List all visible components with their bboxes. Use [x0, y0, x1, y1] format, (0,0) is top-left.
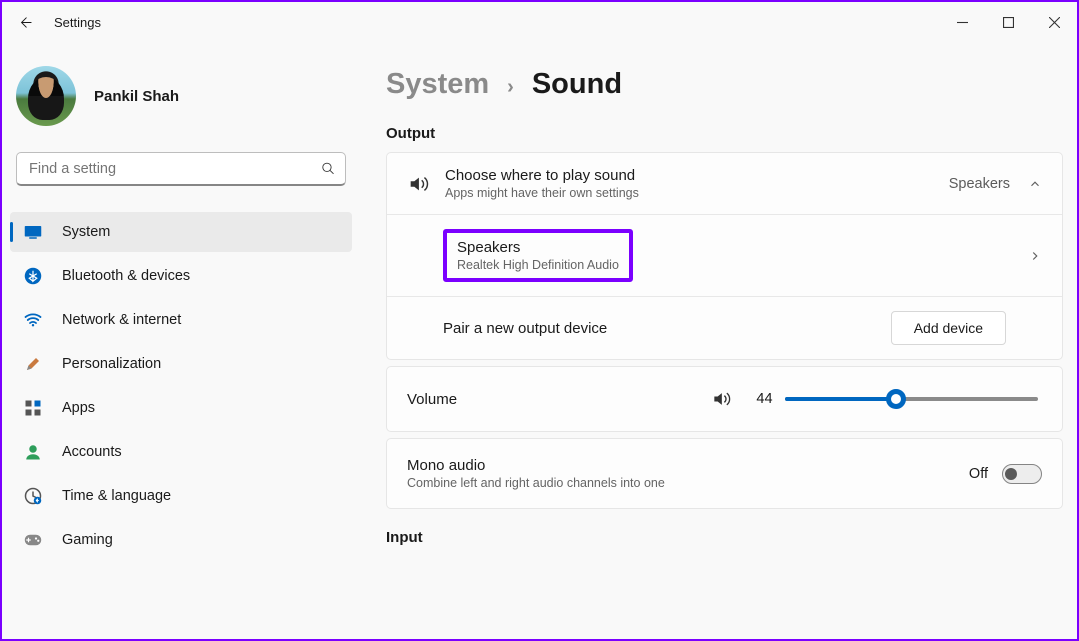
avatar: [16, 66, 76, 126]
personalization-icon: [24, 355, 42, 373]
sidebar-item-time-language[interactable]: Time & language: [10, 476, 352, 516]
speaker-icon: [407, 173, 445, 195]
search-icon: [321, 161, 335, 176]
minimize-button[interactable]: [939, 4, 985, 40]
sidebar-item-label: Time & language: [62, 488, 171, 504]
sidebar-item-label: Gaming: [62, 532, 113, 548]
mono-audio-label: Mono audio: [407, 457, 665, 474]
sidebar-item-network[interactable]: Network & internet: [10, 300, 352, 340]
volume-icon[interactable]: [711, 389, 731, 409]
chevron-right-icon: ›: [507, 76, 514, 99]
maximize-button[interactable]: [985, 4, 1031, 40]
sidebar-item-label: Personalization: [62, 356, 161, 372]
breadcrumb: System › Sound: [386, 68, 1063, 101]
slider-thumb[interactable]: [886, 389, 906, 409]
time-language-icon: [24, 487, 42, 505]
profile-name: Pankil Shah: [94, 88, 179, 105]
search-field[interactable]: [29, 161, 321, 177]
bluetooth-icon: [24, 267, 42, 285]
choose-output-row[interactable]: Choose where to play sound Apps might ha…: [387, 153, 1062, 214]
speakers-sublabel: Realtek High Definition Audio: [457, 258, 619, 272]
sidebar-item-personalization[interactable]: Personalization: [10, 344, 352, 384]
sidebar-item-apps[interactable]: Apps: [10, 388, 352, 428]
page-title: Sound: [532, 68, 622, 101]
sidebar-item-label: Accounts: [62, 444, 122, 460]
sidebar-item-gaming[interactable]: Gaming: [10, 520, 352, 560]
volume-slider[interactable]: [785, 397, 1038, 401]
gaming-icon: [24, 531, 42, 549]
close-button[interactable]: [1031, 4, 1077, 40]
maximize-icon: [1003, 17, 1014, 28]
choose-output-sublabel: Apps might have their own settings: [445, 186, 639, 200]
minimize-icon: [957, 17, 968, 28]
mono-toggle[interactable]: [1002, 464, 1042, 484]
mono-audio-row: Mono audio Combine left and right audio …: [387, 439, 1062, 508]
mono-audio-sublabel: Combine left and right audio channels in…: [407, 476, 665, 490]
output-section-title: Output: [386, 125, 1063, 142]
mono-state-label: Off: [969, 466, 988, 482]
speakers-row[interactable]: Speakers Realtek High Definition Audio: [387, 214, 1062, 296]
search-input[interactable]: [16, 152, 346, 186]
back-button[interactable]: [12, 8, 40, 36]
chevron-right-icon: [1028, 249, 1042, 263]
system-icon: [24, 223, 42, 241]
add-device-button[interactable]: Add device: [891, 311, 1006, 345]
close-icon: [1049, 17, 1060, 28]
sidebar-item-bluetooth[interactable]: Bluetooth & devices: [10, 256, 352, 296]
chevron-up-icon: [1028, 177, 1042, 191]
sidebar-item-label: System: [62, 224, 110, 240]
volume-label: Volume: [407, 391, 457, 408]
choose-output-label: Choose where to play sound: [445, 167, 639, 184]
sidebar-item-label: Bluetooth & devices: [62, 268, 190, 284]
sidebar-item-accounts[interactable]: Accounts: [10, 432, 352, 472]
volume-row: Volume 44: [387, 367, 1062, 431]
input-section-title: Input: [386, 529, 1063, 546]
sidebar-item-system[interactable]: System: [10, 212, 352, 252]
sidebar-item-label: Apps: [62, 400, 95, 416]
profile[interactable]: Pankil Shah: [10, 50, 352, 152]
network-icon: [24, 311, 42, 329]
apps-icon: [24, 399, 42, 417]
breadcrumb-parent[interactable]: System: [386, 68, 489, 101]
pair-device-label: Pair a new output device: [443, 320, 607, 337]
window-title: Settings: [54, 15, 101, 30]
pair-device-row: Pair a new output device Add device: [387, 296, 1062, 359]
back-arrow-icon: [18, 14, 35, 31]
sidebar-item-label: Network & internet: [62, 312, 181, 328]
volume-value: 44: [745, 391, 773, 407]
accounts-icon: [24, 443, 42, 461]
speakers-label: Speakers: [457, 239, 619, 256]
output-device-value: Speakers: [949, 176, 1010, 192]
